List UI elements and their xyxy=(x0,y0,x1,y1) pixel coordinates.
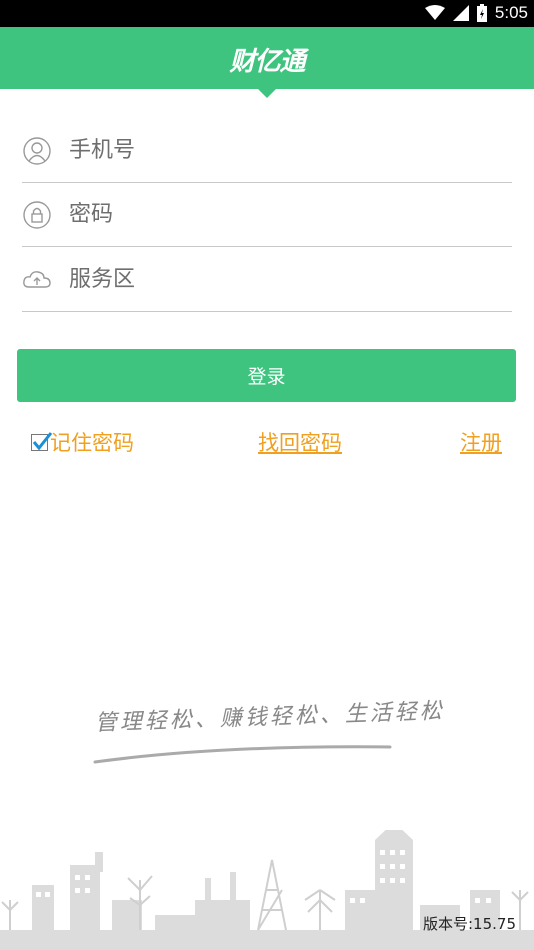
slogan-underline xyxy=(93,745,392,764)
remember-checkbox[interactable] xyxy=(31,431,53,451)
find-password-link[interactable]: 找回密码 xyxy=(258,427,342,457)
app-header: 财亿通 xyxy=(0,27,534,98)
header-notch xyxy=(258,89,276,98)
user-icon xyxy=(23,137,51,165)
app-logo: 财亿通 xyxy=(229,47,305,77)
battery-icon xyxy=(476,4,487,22)
status-bar: 5:05 xyxy=(0,0,534,27)
cloud-upload-icon xyxy=(23,271,51,288)
server-input[interactable] xyxy=(69,259,499,299)
password-field[interactable] xyxy=(22,184,512,247)
status-time: 5:05 xyxy=(494,3,528,22)
slogan-text: 管理轻松、赚钱轻松、生活轻松 xyxy=(94,699,445,736)
slogan-art: 管理轻松、赚钱轻松、生活轻松 xyxy=(93,699,445,764)
version-label: 版本号:15.75 xyxy=(423,915,516,933)
login-button[interactable]: 登录 xyxy=(17,349,516,402)
lock-icon xyxy=(23,201,51,229)
remember-password-toggle[interactable]: 记住密码 xyxy=(31,427,134,457)
remember-password-label[interactable]: 记住密码 xyxy=(50,427,134,457)
server-field[interactable] xyxy=(22,249,512,312)
slogan-banner: 管理轻松、赚钱轻松、生活轻松 xyxy=(60,690,480,770)
phone-field[interactable] xyxy=(22,120,512,183)
phone-input[interactable] xyxy=(69,130,499,170)
wifi-icon xyxy=(424,5,445,20)
status-icons: 5:05 xyxy=(424,3,528,23)
register-link[interactable]: 注册 xyxy=(460,427,502,457)
signal-icon xyxy=(452,5,469,21)
check-icon xyxy=(32,431,53,450)
password-input[interactable] xyxy=(69,194,499,234)
